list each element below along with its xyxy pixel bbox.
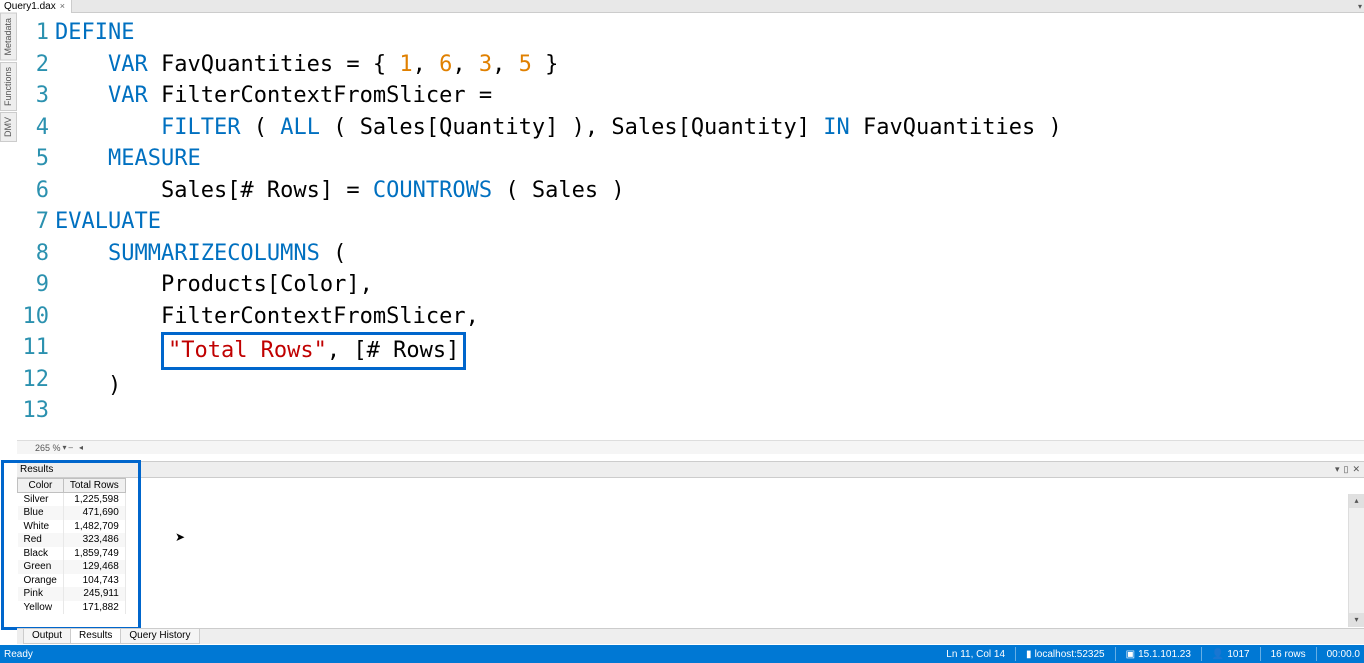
user-icon: 👤 [1212, 649, 1224, 660]
tab-query-history[interactable]: Query History [120, 629, 199, 644]
resize-grip-icon[interactable]: ▾ [1358, 2, 1362, 11]
status-cursor-pos: Ln 11, Col 14 [946, 649, 1005, 660]
sidetab-functions[interactable]: Functions [0, 62, 17, 111]
zoom-dash: – [69, 443, 73, 452]
status-version: ▣ 15.1.101.23 [1126, 649, 1191, 660]
table-row[interactable]: Orange104,743 [18, 574, 126, 588]
server-icon: ▮ [1026, 649, 1032, 660]
tab-results[interactable]: Results [70, 629, 121, 644]
cube-icon: ▣ [1126, 649, 1135, 660]
results-title: Results [20, 464, 53, 475]
scroll-up-icon[interactable]: ▴ [1349, 494, 1364, 508]
status-users: 👤 1017 [1212, 649, 1250, 660]
results-grid[interactable]: ColorTotal RowsSilver1,225,598Blue471,69… [17, 478, 126, 614]
results-panel: Results ▾ ▯ ✕ ColorTotal RowsSilver1,225… [17, 461, 1364, 626]
table-row[interactable]: Yellow171,882 [18, 601, 126, 615]
close-panel-icon[interactable]: ✕ [1352, 464, 1360, 475]
column-header[interactable]: Color [18, 479, 64, 493]
close-icon[interactable]: × [60, 1, 65, 11]
sidetab-dmv[interactable]: DMV [0, 112, 17, 142]
side-pane-tabs: Metadata Functions DMV [0, 13, 17, 143]
status-host: ▮ localhost:52325 [1026, 649, 1105, 660]
table-row[interactable]: White1,482,709 [18, 520, 126, 534]
status-time: 00:00.0 [1327, 649, 1360, 660]
tab-query1[interactable]: Query1.dax × [0, 0, 72, 13]
zoom-level[interactable]: 265 % [35, 443, 61, 453]
zoom-dropdown-icon[interactable]: ▾ [63, 443, 67, 452]
status-bar: Ready Ln 11, Col 14 ▮ localhost:52325 ▣ … [0, 645, 1364, 663]
tab-output[interactable]: Output [23, 629, 71, 644]
results-header: Results ▾ ▯ ✕ [17, 462, 1364, 478]
scroll-left-icon[interactable]: ◂ [79, 443, 83, 452]
table-row[interactable]: Blue471,690 [18, 506, 126, 520]
status-rowcount: 16 rows [1271, 649, 1306, 660]
code-editor[interactable]: 12345678910111213 DEFINE VAR FavQuantiti… [17, 13, 1364, 438]
scroll-down-icon[interactable]: ▾ [1349, 613, 1364, 627]
pin-icon[interactable]: ▯ [1344, 464, 1349, 475]
table-row[interactable]: Black1,859,749 [18, 547, 126, 561]
table-row[interactable]: Silver1,225,598 [18, 493, 126, 507]
vertical-scrollbar[interactable]: ▴ ▾ [1348, 494, 1364, 627]
dropdown-icon[interactable]: ▾ [1335, 464, 1340, 475]
table-row[interactable]: Pink245,911 [18, 587, 126, 601]
line-gutter: 12345678910111213 [17, 13, 55, 438]
table-row[interactable]: Green129,468 [18, 560, 126, 574]
sidetab-metadata[interactable]: Metadata [0, 13, 17, 61]
tab-title: Query1.dax [4, 1, 56, 12]
results-grid-wrap: ColorTotal RowsSilver1,225,598Blue471,69… [17, 478, 1364, 627]
column-header[interactable]: Total Rows [63, 479, 125, 493]
editor-zoom-bar: 265 % ▾ – ◂ [17, 440, 1364, 454]
code-highlight-box: "Total Rows", [# Rows] [161, 332, 466, 370]
bottom-tabs: Output Results Query History [17, 628, 1364, 644]
status-ready: Ready [4, 649, 33, 660]
document-tabs: Query1.dax × ▾ [0, 0, 1364, 13]
code-content[interactable]: DEFINE VAR FavQuantities = { 1, 6, 3, 5 … [55, 13, 1364, 438]
table-row[interactable]: Red323,486 [18, 533, 126, 547]
